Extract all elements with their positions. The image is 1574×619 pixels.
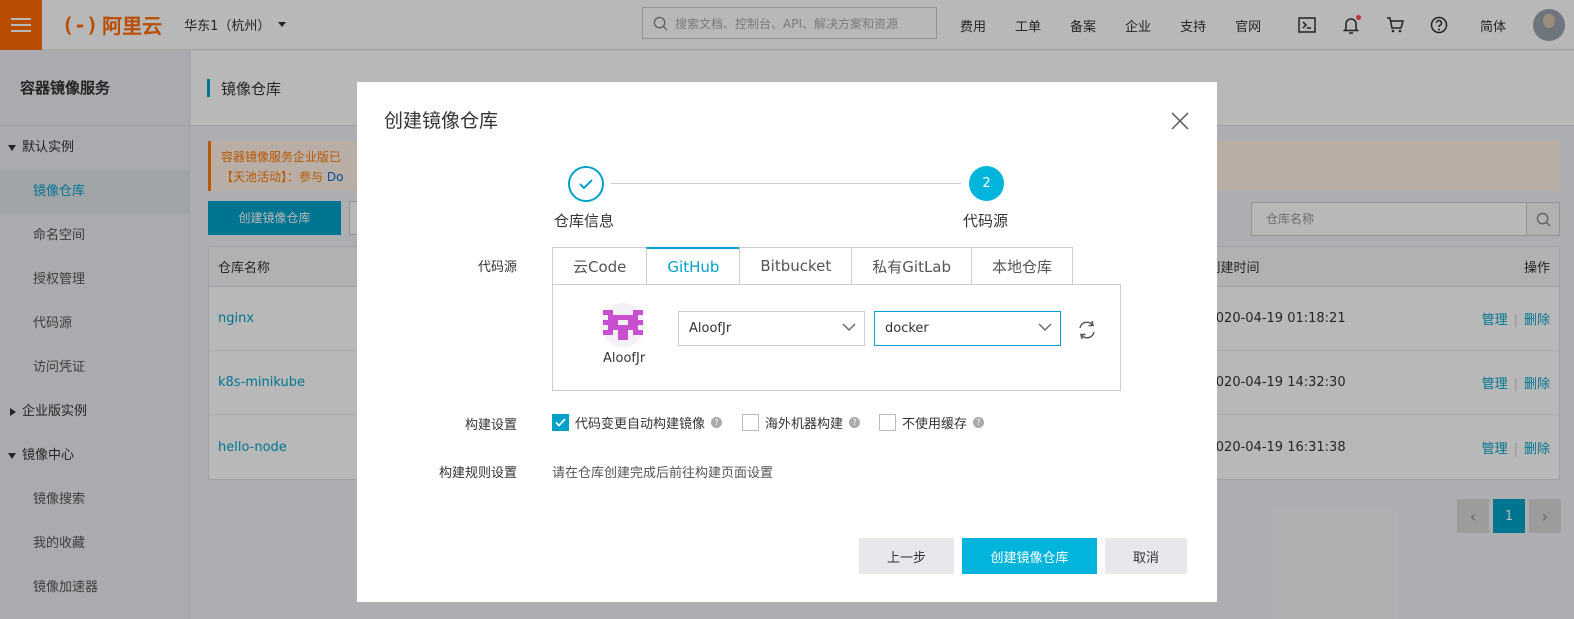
step-2-circle: 2 — [969, 166, 1004, 201]
checkbox-unchecked — [879, 414, 896, 431]
checkbox-unchecked — [742, 414, 759, 431]
identicon-icon — [603, 310, 643, 340]
create-repo-confirm-button[interactable]: 创建镜像仓库 — [962, 538, 1097, 574]
prev-step-button[interactable]: 上一步 — [859, 538, 954, 574]
build-rules-hint: 请在仓库创建完成后前往构建页面设置 — [552, 466, 774, 481]
tab-bitbucket[interactable]: Bitbucket — [739, 247, 852, 285]
tab-local-repo[interactable]: 本地仓库 — [971, 247, 1074, 285]
no-cache-checkbox[interactable]: 不使用缓存 ? — [879, 413, 985, 432]
check-icon — [579, 179, 593, 190]
repo-select-value: docker — [885, 321, 929, 336]
create-repo-dialog: 创建镜像仓库 2 仓库信息 代码源 代码源 云Code GitHub Bitbu… — [357, 82, 1217, 602]
cancel-button[interactable]: 取消 — [1105, 538, 1187, 574]
step-1-label: 仓库信息 — [554, 212, 615, 230]
github-username: AloofJr — [603, 351, 646, 366]
build-settings-label: 构建设置 — [464, 418, 517, 433]
repo-select[interactable]: docker — [874, 311, 1061, 346]
close-icon[interactable] — [1169, 110, 1191, 132]
no-cache-label: 不使用缓存 — [902, 417, 968, 432]
refresh-icon[interactable] — [1076, 319, 1098, 341]
build-rules-label: 构建规则设置 — [438, 466, 517, 481]
chevron-down-icon — [1038, 323, 1052, 331]
tab-private-gitlab[interactable]: 私有GitLab — [851, 247, 972, 285]
account-select[interactable]: AloofJr — [678, 311, 865, 346]
source-label: 代码源 — [477, 260, 517, 275]
help-icon[interactable]: ? — [849, 417, 861, 428]
tab-yuncode[interactable]: 云Code — [552, 247, 647, 285]
help-icon[interactable]: ? — [973, 417, 985, 428]
auto-build-checkbox[interactable]: 代码变更自动构建镜像 ? — [552, 413, 723, 432]
step-connector — [611, 183, 961, 184]
chevron-down-icon — [842, 323, 856, 331]
overseas-build-checkbox[interactable]: 海外机器构建 ? — [742, 413, 861, 432]
dialog-title: 创建镜像仓库 — [384, 110, 499, 132]
step-2-label: 代码源 — [963, 212, 1009, 230]
checkbox-checked — [552, 414, 569, 431]
github-avatar — [601, 303, 645, 347]
auto-build-label: 代码变更自动构建镜像 — [575, 417, 706, 432]
overseas-build-label: 海外机器构建 — [765, 417, 844, 432]
step-1-circle — [568, 166, 604, 202]
github-panel: AloofJr AloofJr docker — [552, 284, 1121, 391]
tab-github[interactable]: GitHub — [646, 247, 740, 285]
help-icon[interactable]: ? — [711, 417, 723, 428]
account-select-value: AloofJr — [689, 321, 732, 336]
source-tabs: 云Code GitHub Bitbucket 私有GitLab 本地仓库 — [552, 247, 1074, 285]
